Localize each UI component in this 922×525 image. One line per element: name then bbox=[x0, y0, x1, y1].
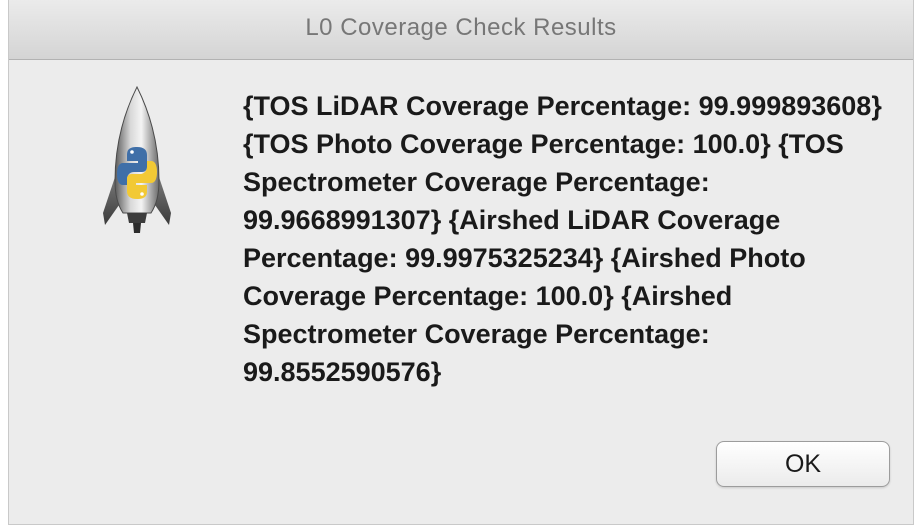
ok-button[interactable]: OK bbox=[716, 441, 890, 487]
message-text: {TOS LiDAR Coverage Percentage: 99.99989… bbox=[243, 91, 882, 387]
dialog-title: L0 Coverage Check Results bbox=[305, 14, 617, 41]
python-rocket-icon bbox=[101, 85, 173, 235]
dialog-window: L0 Coverage Check Results {TOS LiDAR Cov… bbox=[8, 0, 914, 525]
title-bar[interactable]: L0 Coverage Check Results bbox=[9, 0, 913, 60]
